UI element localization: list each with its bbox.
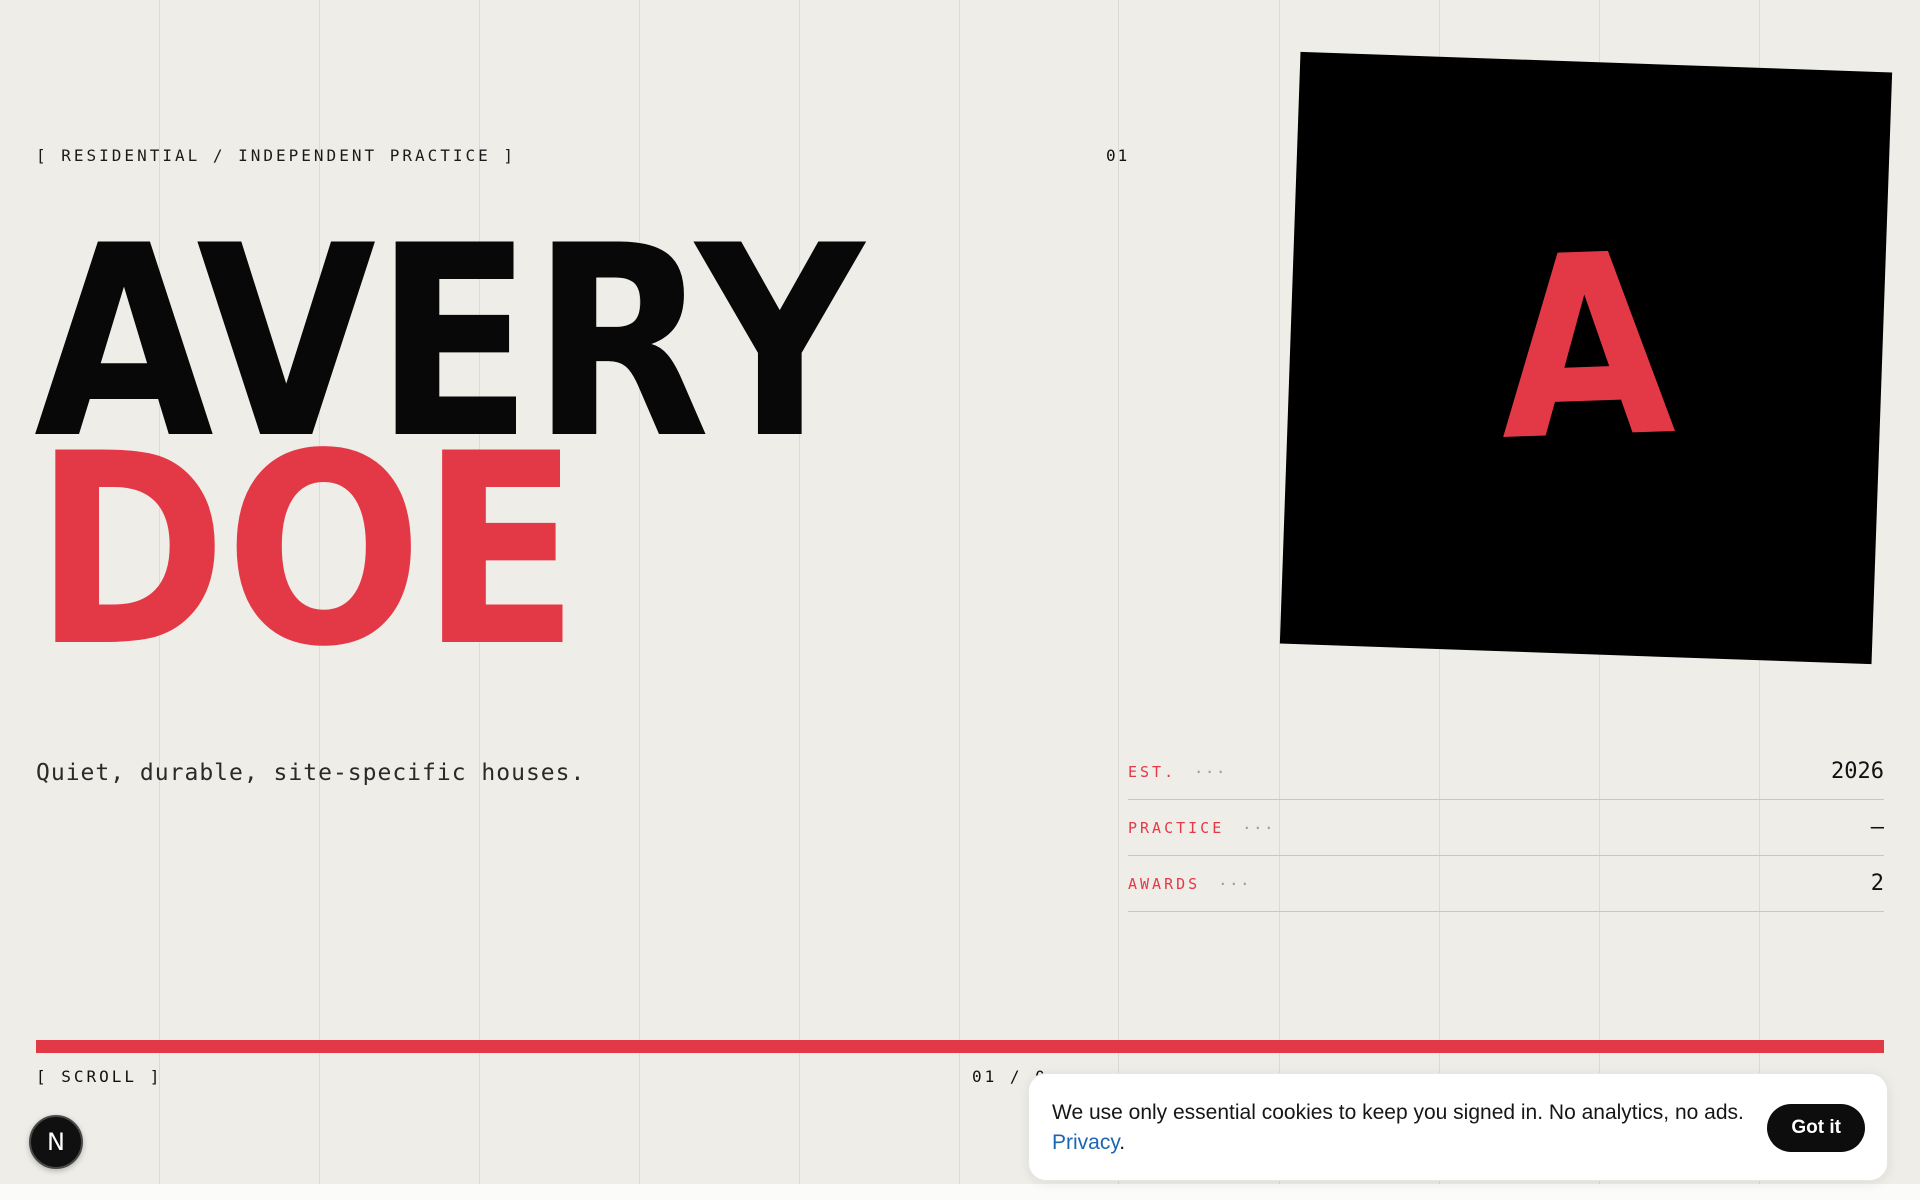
privacy-link[interactable]: Privacy [1052, 1131, 1119, 1154]
cookie-link-suffix: . [1119, 1131, 1126, 1154]
monogram-letter: A [1494, 199, 1679, 496]
section-index: 01 [1106, 146, 1130, 165]
fact-value: 2026 [1831, 759, 1884, 784]
bottom-strip [0, 1184, 1920, 1200]
facts-list: EST. ··· 2026 PRACTICE ··· — AWARDS ··· 2 [1128, 744, 1884, 912]
fact-row-practice: PRACTICE ··· — [1128, 800, 1884, 856]
hero-eyebrow: [ RESIDENTIAL / INDEPENDENT PRACTICE ] [36, 146, 517, 165]
cookie-accept-button[interactable]: Got it [1767, 1104, 1865, 1152]
cookie-message: We use only essential cookies to keep yo… [1052, 1098, 1752, 1158]
monogram-card: A [1279, 51, 1893, 665]
fact-label: PRACTICE [1128, 818, 1225, 837]
fact-label: AWARDS [1128, 874, 1201, 893]
fact-dots: ··· [1242, 818, 1276, 837]
hero-tagline: Quiet, durable, site-specific houses. [36, 760, 586, 786]
cookie-banner: We use only essential cookies to keep yo… [1028, 1073, 1888, 1181]
fact-label: EST. [1128, 762, 1177, 781]
fact-value: 2 [1870, 871, 1884, 896]
scroll-label: [ SCROLL ] [36, 1067, 163, 1086]
fact-dots: ··· [1194, 762, 1228, 781]
cookie-message-text: We use only essential cookies to keep yo… [1052, 1101, 1744, 1124]
fact-row-established: EST. ··· 2026 [1128, 744, 1884, 800]
n-badge-button[interactable]: N [29, 1115, 83, 1169]
scroll-progress-bar [36, 1040, 1884, 1053]
fact-dots: ··· [1218, 874, 1252, 893]
fact-value: — [1870, 815, 1884, 840]
hero-last-name: DOE [34, 398, 580, 705]
fact-row-awards: AWARDS ··· 2 [1128, 856, 1884, 912]
